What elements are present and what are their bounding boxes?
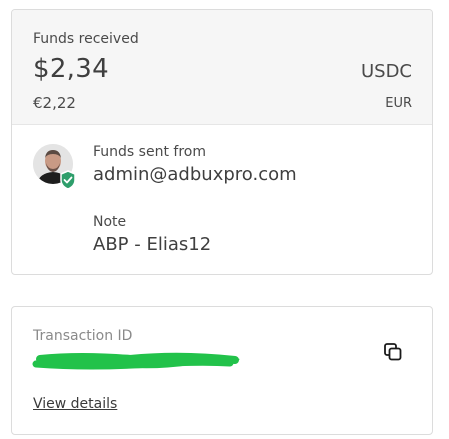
amount-eur: €2,22 <box>33 94 76 112</box>
funds-summary: Funds received $2,34 USDC €2,22 EUR <box>12 10 432 124</box>
note-value: ABP - Elias12 <box>93 234 212 255</box>
sender-email: admin@adbuxpro.com <box>93 164 297 185</box>
transaction-id-redacted <box>30 349 244 373</box>
divider <box>12 124 432 125</box>
funds-received-label: Funds received <box>33 31 139 47</box>
currency-usdc: USDC <box>360 61 412 82</box>
view-details-link[interactable]: View details <box>33 396 117 412</box>
funds-sent-from-label: Funds sent from <box>93 144 206 160</box>
funds-received-card: Funds received $2,34 USDC €2,22 EUR Fund… <box>11 9 433 275</box>
note-label: Note <box>93 214 127 230</box>
copy-icon[interactable] <box>382 341 404 363</box>
transaction-id-label: Transaction ID <box>33 328 133 344</box>
transaction-card: Transaction ID View details <box>11 306 433 435</box>
amount-usdc: $2,34 <box>33 54 109 84</box>
currency-eur: EUR <box>385 96 412 111</box>
verified-shield-icon <box>59 170 77 190</box>
